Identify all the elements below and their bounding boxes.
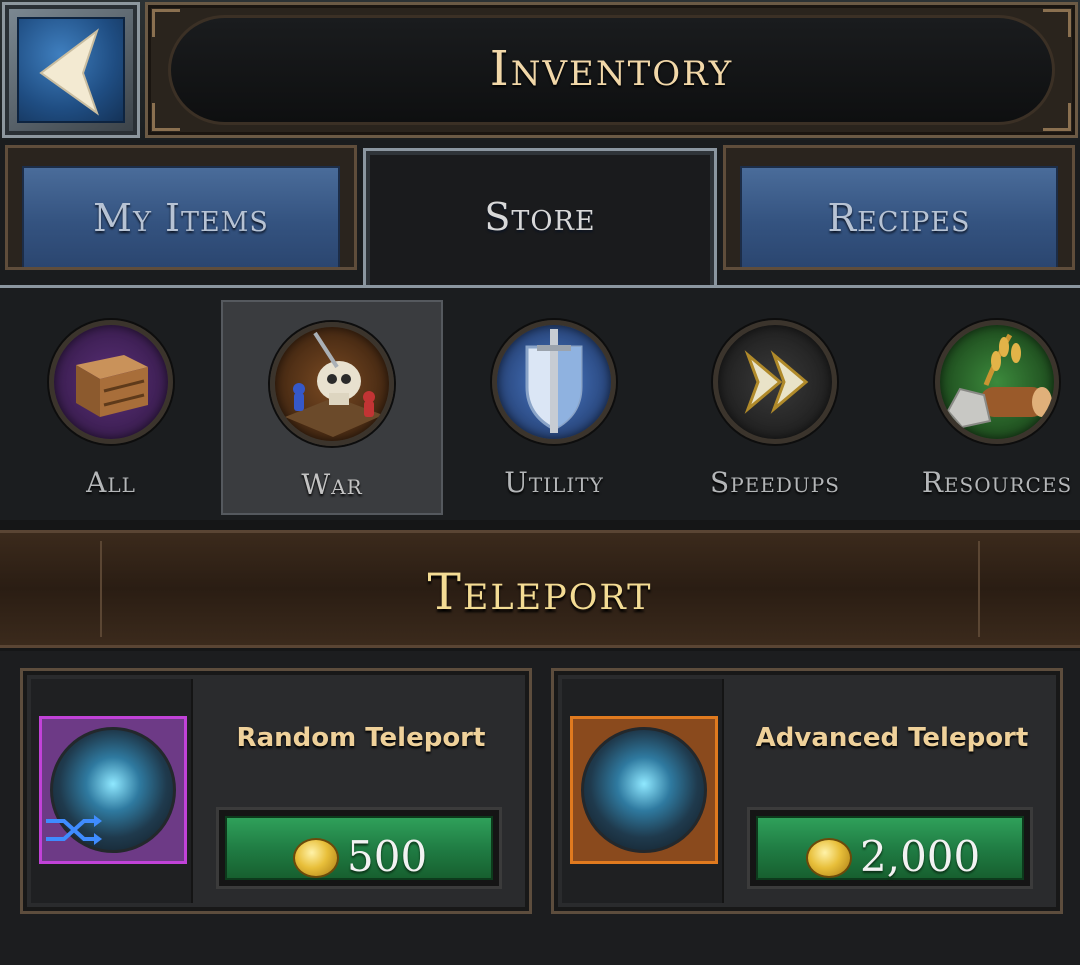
category-label: All (86, 466, 136, 499)
category-utility[interactable]: Utility (443, 300, 665, 515)
section-title: Teleport (427, 563, 653, 621)
title-frame: Inventory (145, 2, 1078, 138)
teleport-scroll-icon (581, 727, 707, 853)
item-card-advanced-teleport: Advanced Teleport 2,000 (551, 668, 1063, 914)
crate-icon (49, 320, 173, 444)
gold-coin-icon (806, 838, 852, 878)
category-label: Utility (504, 466, 604, 499)
buy-button-face: 500 (225, 816, 493, 881)
tab-my-items[interactable]: My Items (5, 145, 357, 270)
tab-label: Store (484, 195, 596, 239)
tab-store[interactable]: Store (363, 148, 717, 290)
frame-corner (152, 9, 180, 37)
sword-shield-icon (492, 320, 616, 444)
frame-corner (1043, 9, 1071, 37)
category-all[interactable]: All (0, 300, 222, 515)
tab-label: Recipes (827, 196, 971, 240)
gold-coin-icon (293, 838, 339, 878)
fast-forward-icon (713, 320, 837, 444)
frame-corner (152, 103, 180, 131)
buy-button[interactable]: 500 (216, 807, 502, 889)
item-name: Random Teleport (236, 723, 486, 753)
skull-war-icon (270, 322, 394, 446)
category-label: Resources (921, 466, 1073, 499)
category-label: War (301, 468, 363, 501)
page-title: Inventory (489, 41, 734, 97)
tab-label: My Items (93, 196, 269, 240)
tab-recipes[interactable]: Recipes (723, 145, 1075, 270)
shuffle-icon (46, 815, 102, 845)
category-resources[interactable]: Resources (886, 300, 1080, 515)
category-speedups[interactable]: Speedups (664, 300, 886, 515)
advanced-teleport-icon (570, 716, 718, 864)
back-button[interactable] (2, 2, 140, 138)
frame-corner (1043, 103, 1071, 131)
item-price: 2,000 (860, 832, 981, 881)
item-price: 500 (347, 832, 428, 881)
item-name: Advanced Teleport (755, 723, 1029, 753)
buy-button-face: 2,000 (756, 816, 1024, 881)
resources-icon (935, 320, 1059, 444)
item-card-random-teleport: Random Teleport 500 (20, 668, 532, 914)
back-arrow-icon (39, 28, 99, 116)
category-war[interactable]: War (221, 300, 443, 515)
category-label: Speedups (710, 466, 840, 499)
buy-button[interactable]: 2,000 (747, 807, 1033, 889)
category-row: All War Utility Speedups Resources (0, 285, 1080, 520)
random-teleport-icon (39, 716, 187, 864)
section-banner: Teleport (0, 530, 1080, 648)
